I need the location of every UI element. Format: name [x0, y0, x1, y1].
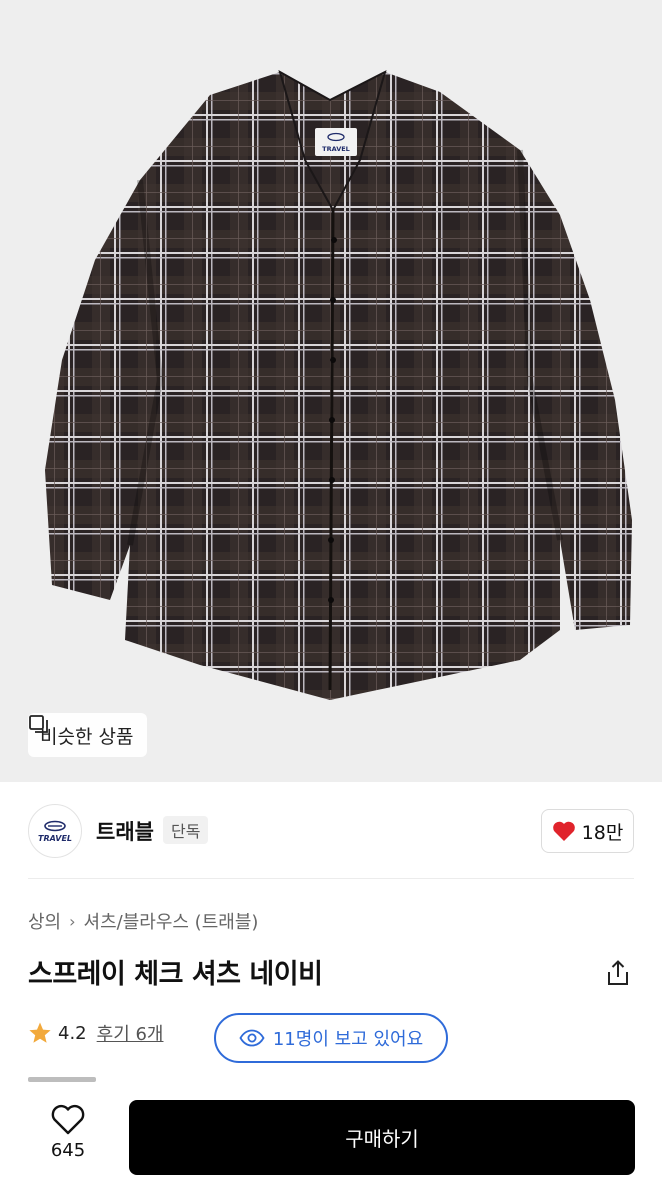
brand-logo[interactable]: TRAVEL [28, 804, 82, 858]
rating-row: 4.2 후기 6개 [28, 1020, 164, 1046]
rating-score: 4.2 [58, 1022, 87, 1044]
brand-row: TRAVEL 트래블 단독 18만 [0, 782, 662, 878]
eye-icon [239, 1029, 265, 1047]
brand-like-count: 18만 [581, 821, 624, 844]
star-icon [29, 1022, 51, 1043]
buy-button[interactable]: 구매하기 [129, 1100, 635, 1175]
brand-like-button[interactable]: 18만 [541, 809, 634, 853]
collar-tag-text: TRAVEL [322, 145, 350, 153]
heart-outline-icon [51, 1104, 85, 1135]
brand-logo-text: TRAVEL [38, 834, 72, 843]
breadcrumb-category[interactable]: 상의 [28, 908, 61, 934]
exclusive-badge: 단독 [163, 816, 209, 844]
travel-logo-icon: TRAVEL [38, 820, 72, 843]
bottom-bar: 645 구매하기 [0, 1088, 662, 1200]
breadcrumb: 상의 › 셔츠/블라우스 (트래블) [28, 908, 258, 934]
brand-name[interactable]: 트래블 [96, 816, 154, 846]
partially-visible-tab-indicator [28, 1077, 96, 1082]
divider [28, 878, 634, 879]
similar-products-button[interactable]: 비슷한 상품 [28, 713, 148, 757]
plaid-shirt-image: TRAVEL [45, 69, 632, 700]
similar-products-icon [29, 715, 48, 733]
wishlist-button[interactable]: 645 [32, 1104, 104, 1161]
share-icon[interactable] [603, 958, 633, 988]
product-title: 스프레이 체크 셔츠 네이비 [28, 959, 323, 990]
product-image[interactable]: TRAVEL 비슷한 상품 [0, 0, 662, 782]
viewers-badge: 11명이 보고 있어요 [214, 1013, 448, 1063]
review-count-link[interactable]: 후기 6개 [97, 1020, 164, 1046]
similar-products-label: 비슷한 상품 [40, 725, 134, 748]
viewers-label: 11명이 보고 있어요 [272, 1029, 424, 1050]
breadcrumb-subcategory[interactable]: 셔츠/블라우스 (트래블) [84, 908, 259, 934]
heart-filled-icon [552, 821, 575, 841]
wishlist-count: 645 [50, 1140, 86, 1161]
chevron-right-icon: › [69, 911, 76, 931]
